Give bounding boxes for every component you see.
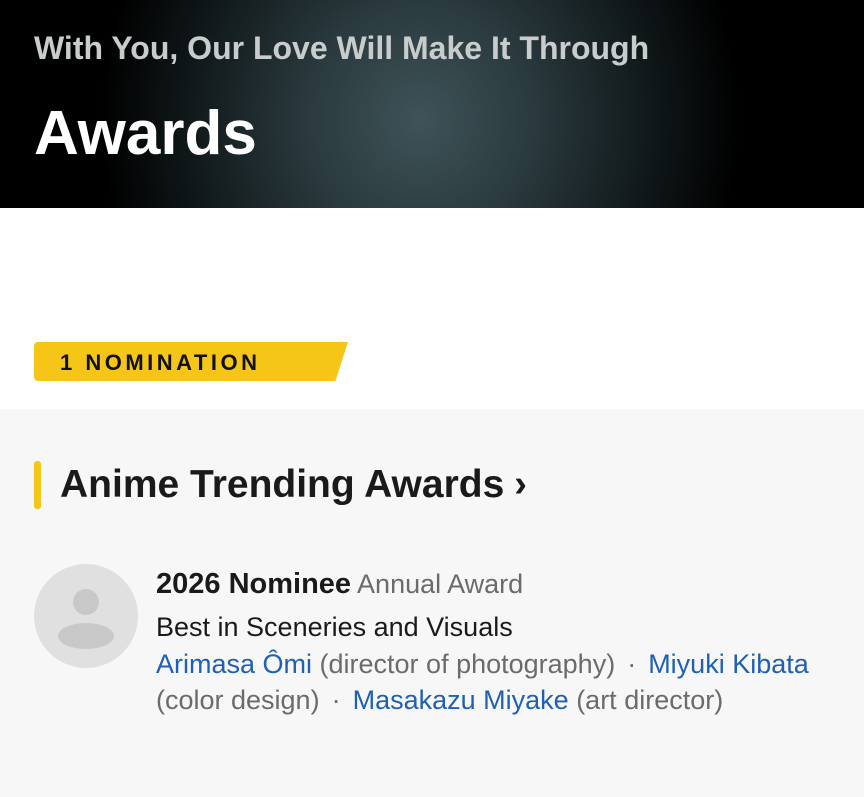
award-entry-header: 2026 Nominee Annual Award: [156, 565, 826, 608]
person-link[interactable]: Arimasa Ômi: [156, 649, 312, 679]
nomination-count-badge: 1 NOMINATION: [34, 342, 348, 381]
page-title: Awards: [34, 99, 257, 168]
person-role: (art director): [576, 685, 724, 715]
title-subtitle[interactable]: With You, Our Love Will Make It Through: [34, 30, 649, 67]
person-icon: [58, 589, 114, 649]
section-accent-bar: [34, 461, 41, 509]
chevron-right-icon[interactable]: ›: [514, 463, 527, 506]
person-role: (color design): [156, 685, 320, 715]
hero-header: With You, Our Love Will Make It Through …: [0, 0, 864, 208]
award-section: Anime Trending Awards › 2026 Nominee Annua…: [0, 409, 864, 797]
credit-separator: ·: [331, 685, 341, 715]
nomination-count-label: 1 NOMINATION: [60, 350, 261, 375]
nominee-year-status: 2026 Nominee: [156, 568, 352, 600]
award-type-label: Annual Award: [357, 569, 524, 599]
award-event-link[interactable]: Anime Trending Awards ›: [60, 463, 527, 507]
person-link[interactable]: Miyuki Kibata: [648, 649, 809, 679]
award-entry: 2026 Nominee Annual Award Best in Sceneri…: [156, 565, 826, 718]
credit-separator: ·: [627, 649, 637, 679]
award-category: Best in Sceneries and Visuals: [156, 612, 513, 642]
nominee-avatar-placeholder: [34, 564, 138, 668]
nominee-credits: Arimasa Ômi (director of photography) · Mi…: [156, 646, 826, 718]
person-link[interactable]: Masakazu Miyake: [353, 685, 569, 715]
person-role: (director of photography): [319, 649, 616, 679]
award-event-title[interactable]: Anime Trending Awards: [60, 463, 504, 506]
